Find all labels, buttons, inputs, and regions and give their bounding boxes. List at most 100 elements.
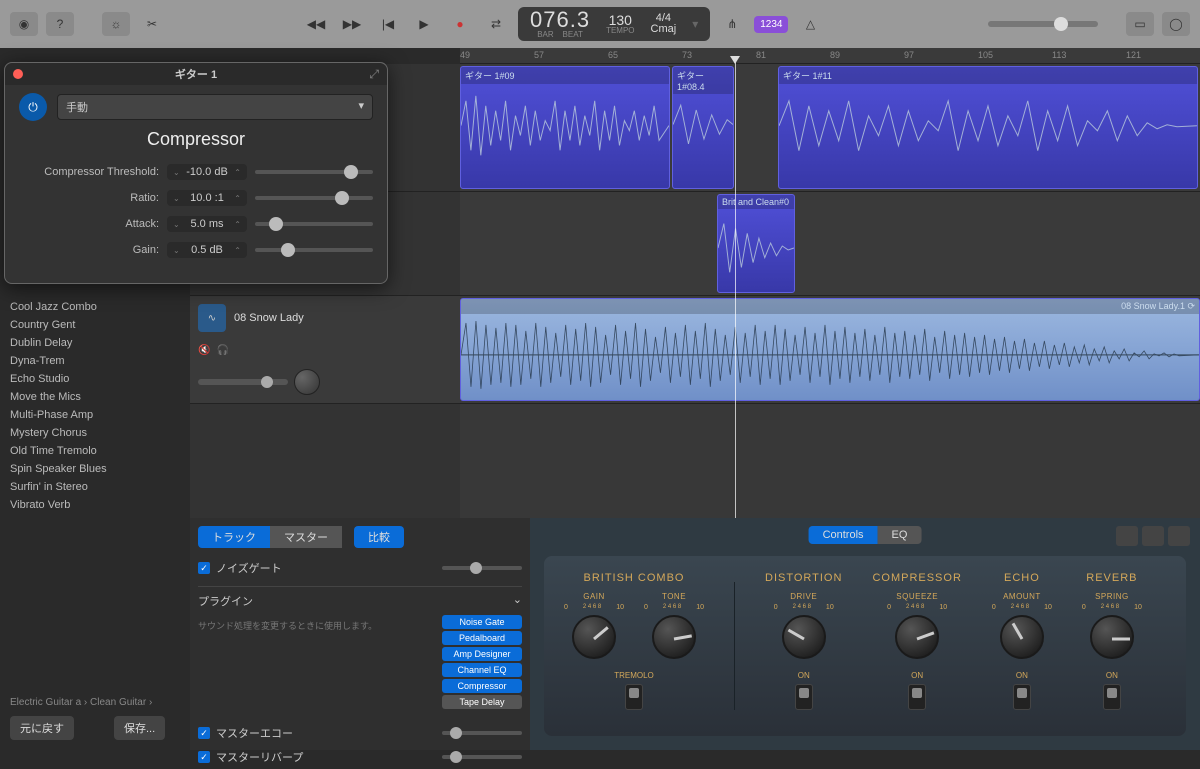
plugin-preset-select[interactable]: 手動▾ — [57, 94, 373, 120]
region-guitar-11[interactable]: ギター 1#11 — [778, 66, 1198, 189]
cycle-button[interactable]: ⇄ — [482, 12, 510, 36]
plugin-name: Compressor — [19, 129, 373, 150]
drive-knob[interactable] — [782, 615, 826, 659]
preset-item[interactable]: Dublin Delay — [10, 334, 180, 352]
notepad-button[interactable]: ▭ — [1126, 12, 1154, 36]
expand-icon[interactable]: ⤢ — [369, 67, 379, 82]
preset-item[interactable]: Dyna-Trem — [10, 352, 180, 370]
tab-eq[interactable]: EQ — [878, 526, 922, 544]
save-button[interactable]: 保存... — [114, 716, 165, 740]
play-button[interactable]: ▶ — [410, 12, 438, 36]
track-lane-guitar[interactable]: ギター 1#09 ギター 1#08.4 ギター 1#11 — [460, 64, 1200, 191]
preset-item[interactable]: Country Gent — [10, 316, 180, 334]
param-slider[interactable] — [255, 248, 373, 252]
scissors-icon[interactable]: ✂ — [138, 12, 166, 36]
plugin-chip[interactable]: Amp Designer — [442, 647, 522, 661]
help-button[interactable]: ? — [46, 12, 74, 36]
region-guitar-09[interactable]: ギター 1#09 — [460, 66, 670, 189]
master-echo-slider[interactable] — [442, 731, 522, 735]
plugin-chip[interactable]: Noise Gate — [442, 615, 522, 629]
record-button[interactable]: ● — [446, 12, 474, 36]
plugin-chip[interactable]: Compressor — [442, 679, 522, 693]
param-slider[interactable] — [255, 170, 373, 174]
track-pan-knob[interactable] — [294, 369, 320, 395]
display-mode-button[interactable]: ☼ — [102, 12, 130, 36]
gain-knob[interactable] — [572, 615, 616, 659]
distortion-switch[interactable] — [795, 684, 813, 710]
track-lane-brit[interactable]: Brit and Clean#0 — [460, 192, 1200, 295]
ruler-mark: 97 — [904, 50, 914, 60]
tab-controls[interactable]: Controls — [809, 526, 878, 544]
inspector-panel: トラック マスター 比較 ✓ノイズゲート プラグイン⌄ サウンド処理を変更すると… — [190, 518, 530, 750]
master-volume-slider[interactable] — [988, 21, 1098, 27]
forward-button[interactable]: ▶▶ — [338, 12, 366, 36]
rewind-button[interactable]: ◀◀ — [302, 12, 330, 36]
lcd-tempo[interactable]: 130 — [609, 13, 632, 27]
master-echo-checkbox[interactable]: ✓ — [198, 727, 210, 739]
master-reverb-slider[interactable] — [442, 755, 522, 759]
mute-icon[interactable]: 🔇 — [198, 345, 210, 356]
breadcrumb[interactable]: Electric Guitar a › Clean Guitar › — [10, 697, 180, 708]
preset-item[interactable]: Vibrato Verb — [10, 496, 180, 514]
echo-switch[interactable] — [1013, 684, 1031, 710]
region-snow-lady[interactable]: 08 Snow Lady.1 ⟳ — [460, 298, 1200, 401]
metronome-button[interactable]: △ — [796, 12, 824, 36]
squeeze-knob[interactable] — [895, 615, 939, 659]
param-value[interactable]: ⌄0.5 dB⌃ — [167, 242, 247, 258]
plugin-section-desc: サウンド処理を変更するときに使用します。 — [198, 619, 432, 705]
count-in-button[interactable]: 1234 — [754, 16, 788, 33]
arrange-icon[interactable] — [1168, 526, 1190, 546]
solo-icon[interactable]: 🎧 — [216, 345, 228, 356]
timeline-ruler[interactable]: 49576573818997105113121 — [460, 48, 1200, 64]
preset-item[interactable]: Echo Studio — [10, 370, 180, 388]
param-value[interactable]: ⌄-10.0 dB⌃ — [167, 164, 247, 180]
noise-gate-label: ノイズゲート — [216, 560, 282, 576]
chevron-down-icon[interactable]: ⌄ — [513, 593, 522, 609]
preset-item[interactable]: Cool Jazz Combo — [10, 298, 180, 316]
ruler-mark: 57 — [534, 50, 544, 60]
region-brit-clean[interactable]: Brit and Clean#0 — [717, 194, 795, 293]
track-name-snow: 08 Snow Lady — [234, 312, 304, 324]
reverb-switch[interactable] — [1103, 684, 1121, 710]
param-value[interactable]: ⌄5.0 ms⌃ — [167, 216, 247, 232]
plugin-chip[interactable]: Tape Delay — [442, 695, 522, 709]
region-guitar-084[interactable]: ギター 1#08.4 — [672, 66, 734, 189]
param-slider[interactable] — [255, 196, 373, 200]
plugin-chip[interactable]: Pedalboard — [442, 631, 522, 645]
library-button[interactable]: ◉ — [10, 12, 38, 36]
track-volume-slider[interactable] — [198, 379, 288, 385]
tab-compare[interactable]: 比較 — [354, 526, 404, 548]
tuner-button[interactable]: ⋔ — [718, 12, 746, 36]
compressor-switch[interactable] — [908, 684, 926, 710]
preset-item[interactable]: Mystery Chorus — [10, 424, 180, 442]
preset-item[interactable]: Multi-Phase Amp — [10, 406, 180, 424]
playhead[interactable] — [735, 62, 736, 518]
tremolo-switch[interactable] — [625, 684, 643, 710]
ruler-mark: 49 — [460, 50, 470, 60]
master-reverb-checkbox[interactable]: ✓ — [198, 751, 210, 763]
tone-knob[interactable] — [652, 615, 696, 659]
go-to-start-button[interactable]: |◀ — [374, 12, 402, 36]
lcd-key[interactable]: Cmaj — [651, 24, 677, 35]
loops-button[interactable]: ◯ — [1162, 12, 1190, 36]
track-lane-snow[interactable]: 08 Snow Lady.1 ⟳ — [460, 296, 1200, 403]
noise-gate-slider[interactable] — [442, 566, 522, 570]
preset-item[interactable]: Move the Mics — [10, 388, 180, 406]
reset-button[interactable]: 元に戻す — [10, 716, 74, 740]
inspector-icon[interactable] — [1142, 526, 1164, 546]
plugin-chip[interactable]: Channel EQ — [442, 663, 522, 677]
preset-item[interactable]: Surfin' in Stereo — [10, 478, 180, 496]
noise-gate-checkbox[interactable]: ✓ — [198, 562, 210, 574]
master-reverb-label: マスターリバープ — [216, 749, 303, 765]
amount-knob[interactable] — [1000, 615, 1044, 659]
tab-track[interactable]: トラック — [198, 526, 270, 548]
param-value[interactable]: ⌄10.0 :1⌃ — [167, 190, 247, 206]
preset-item[interactable]: Old Time Tremolo — [10, 442, 180, 460]
spring-knob[interactable] — [1090, 615, 1134, 659]
power-button[interactable]: ⏻ — [19, 93, 47, 121]
tab-master[interactable]: マスター — [270, 526, 342, 548]
track-header-snow[interactable]: ∿ 08 Snow Lady 🔇🎧 — [190, 296, 460, 403]
param-slider[interactable] — [255, 222, 373, 226]
edit-icon[interactable] — [1116, 526, 1138, 546]
preset-item[interactable]: Spin Speaker Blues — [10, 460, 180, 478]
